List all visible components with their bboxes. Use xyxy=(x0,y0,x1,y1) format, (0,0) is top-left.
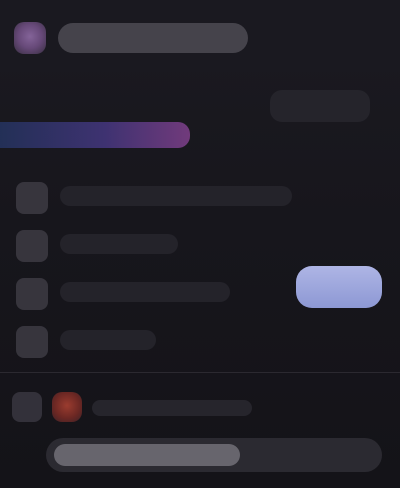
list-item-icon xyxy=(16,230,48,262)
app-icon[interactable] xyxy=(14,22,46,54)
section-divider xyxy=(0,372,400,373)
list-item-icon xyxy=(16,326,48,358)
header-title[interactable] xyxy=(58,23,248,53)
menu-icon[interactable] xyxy=(12,392,42,422)
composer-bar xyxy=(46,438,382,472)
list-item-label xyxy=(60,330,156,350)
list-item[interactable] xyxy=(0,172,400,220)
primary-action-button[interactable] xyxy=(296,266,382,308)
list-item-label xyxy=(60,282,230,302)
list-item-label xyxy=(60,186,292,206)
composer-input[interactable] xyxy=(54,444,240,466)
header-bar xyxy=(0,0,400,72)
list-item[interactable] xyxy=(0,316,400,364)
list-item-icon xyxy=(16,182,48,214)
active-section-highlight[interactable] xyxy=(0,122,190,148)
avatar[interactable] xyxy=(52,392,82,422)
bottom-label xyxy=(92,400,252,416)
list-item-label xyxy=(60,234,178,254)
list-item-icon xyxy=(16,278,48,310)
bottom-row xyxy=(0,384,400,432)
top-right-action-button[interactable] xyxy=(270,90,370,122)
app-window xyxy=(0,0,400,488)
list-item[interactable] xyxy=(0,220,400,268)
